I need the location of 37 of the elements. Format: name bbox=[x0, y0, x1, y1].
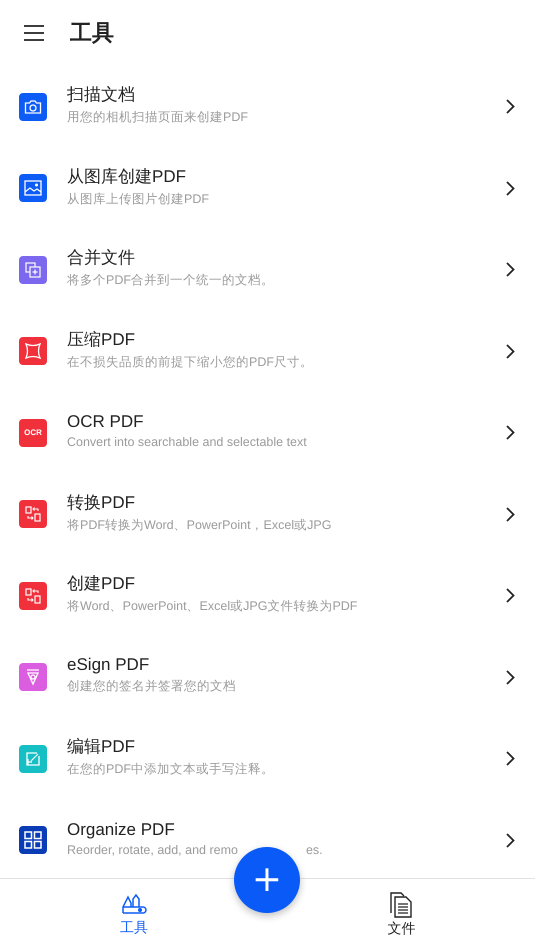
chevron-right-icon bbox=[506, 99, 515, 114]
tool-title: eSign PDF bbox=[67, 655, 150, 676]
tool-title: 创建PDF bbox=[67, 573, 135, 596]
tool-title: 压缩PDF bbox=[67, 328, 135, 351]
chevron-right-icon bbox=[506, 180, 515, 196]
tool-title: 从图库创建PDF bbox=[67, 166, 186, 188]
page-title: 工具 bbox=[70, 19, 114, 47]
tool-title: 编辑PDF bbox=[67, 736, 135, 758]
nav-tab[interactable]: 文件 bbox=[338, 879, 465, 951]
knife-tool-icon bbox=[120, 893, 147, 917]
chevron-right-icon bbox=[506, 344, 515, 359]
tool-title: 扫描文档 bbox=[67, 84, 135, 106]
chevron-right-icon bbox=[506, 832, 515, 848]
tool-description: 用您的相机扫描页面来创建PDF bbox=[67, 109, 248, 126]
tool-title: OCR PDF bbox=[67, 412, 144, 432]
menu-icon bbox=[24, 25, 44, 41]
tool-title: Organize PDF bbox=[67, 820, 175, 840]
tool-description: 从图库上传图片创建PDF bbox=[67, 190, 209, 208]
nav-tab[interactable]: 工具 bbox=[70, 879, 198, 951]
tool-description: 将PDF转换为Word、PowerPoint，Excel或JPG bbox=[67, 516, 332, 534]
ocr-tool-icon: OCR bbox=[19, 418, 47, 447]
tool-description: es. bbox=[306, 842, 323, 857]
documents-icon bbox=[389, 892, 414, 918]
chevron-right-icon bbox=[506, 588, 515, 604]
tool-description: 在您的PDF中添加文本或手写注释。 bbox=[67, 761, 274, 778]
chevron-right-icon bbox=[506, 262, 515, 278]
tool-description: 在不损失品质的前提下缩小您的PDF尺寸。 bbox=[67, 354, 313, 371]
chevron-right-icon bbox=[506, 670, 515, 685]
chevron-right-icon bbox=[506, 506, 515, 522]
tool-description: 创建您的签名并签署您的文档 bbox=[67, 678, 236, 696]
chevron-right-icon bbox=[506, 751, 515, 766]
tool-title: 转换PDF bbox=[67, 492, 135, 514]
tool-title: 合并文件 bbox=[67, 247, 135, 270]
tool-description: 将Word、PowerPoint、Excel或JPG文件转换为PDF bbox=[67, 598, 358, 616]
tool-description: 将多个PDF合并到一个统一的文档。 bbox=[67, 272, 274, 290]
tool-description: Convert into searchable and selectable text bbox=[67, 435, 307, 450]
chevron-right-icon bbox=[506, 425, 515, 440]
